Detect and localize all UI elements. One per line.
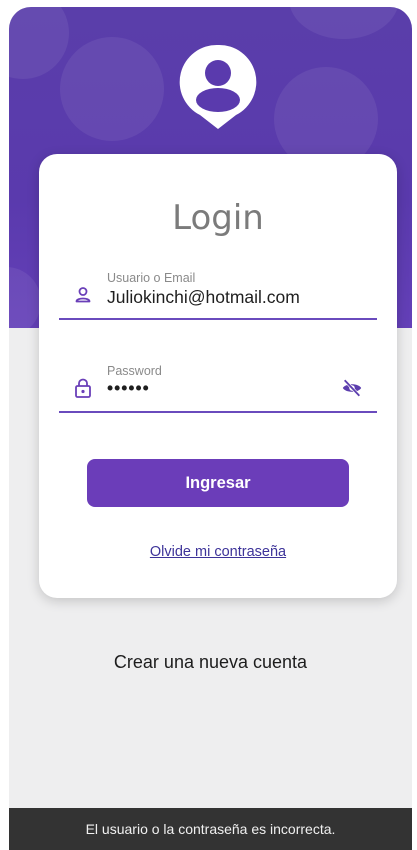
error-snackbar: El usuario o la contraseña es incorrecta… xyxy=(9,808,412,850)
decorative-circle xyxy=(289,7,399,39)
password-input[interactable]: •••••• xyxy=(107,378,150,399)
app-screen: Login Usuario o Email Juliokinchi@hotmai… xyxy=(9,7,412,850)
login-card: Login Usuario o Email Juliokinchi@hotmai… xyxy=(39,154,397,598)
username-field[interactable]: Usuario o Email Juliokinchi@hotmail.com xyxy=(59,266,377,324)
password-label: Password xyxy=(107,364,162,378)
username-label: Usuario o Email xyxy=(107,271,196,285)
username-underline xyxy=(59,318,377,320)
login-button[interactable]: Ingresar xyxy=(87,459,349,507)
visibility-off-icon[interactable] xyxy=(341,377,363,399)
forgot-password-link[interactable]: Olvide mi contraseña xyxy=(39,544,397,560)
decorative-circle xyxy=(60,37,164,141)
user-avatar-icon xyxy=(179,44,257,129)
password-underline xyxy=(59,411,377,413)
lock-icon xyxy=(75,378,91,398)
username-input[interactable]: Juliokinchi@hotmail.com xyxy=(107,287,300,308)
decorative-circle xyxy=(9,267,41,328)
create-account-link[interactable]: Crear una nueva cuenta xyxy=(9,652,412,673)
snackbar-message: El usuario o la contraseña es incorrecta… xyxy=(85,821,336,837)
person-icon xyxy=(75,287,91,303)
page-title: Login xyxy=(172,198,264,238)
password-field[interactable]: Password •••••• xyxy=(59,364,377,424)
decorative-circle xyxy=(9,7,69,79)
